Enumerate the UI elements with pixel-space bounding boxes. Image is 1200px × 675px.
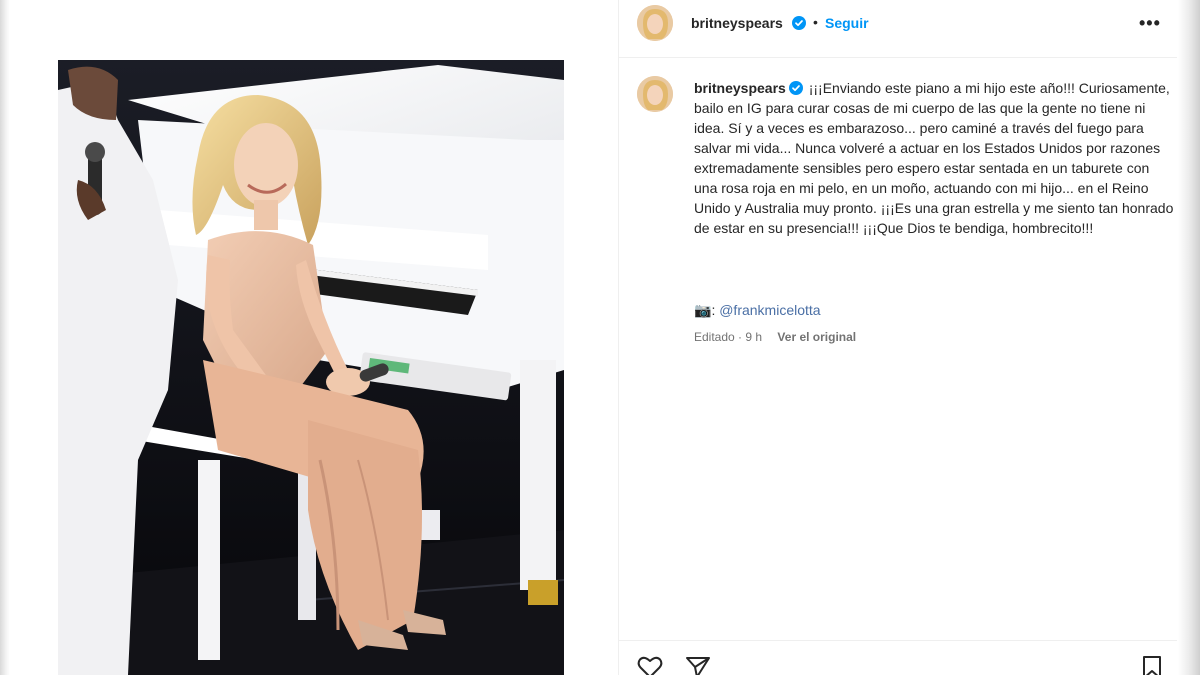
post-photo-graphic	[58, 60, 564, 675]
credit-mention-link[interactable]: @frankmicelotta	[719, 302, 820, 318]
photo-credit-row: 📷: @frankmicelotta	[694, 302, 821, 319]
right-edge-shadow	[1178, 0, 1200, 675]
author-username[interactable]: britneyspears	[691, 15, 783, 31]
caption-text: ¡¡¡Enviando este piano a mi hijo este añ…	[694, 80, 1174, 236]
share-icon[interactable]	[685, 655, 711, 675]
post-time: 9 h	[745, 330, 763, 344]
post-image[interactable]	[58, 60, 564, 675]
verified-badge-icon	[792, 16, 806, 30]
header-separator: •	[813, 14, 818, 30]
see-original-link[interactable]: Ver el original	[777, 330, 856, 344]
post-details-panel: britneyspears • Seguir ••• britneyspears…	[619, 0, 1177, 675]
more-options-icon[interactable]: •••	[1139, 13, 1163, 33]
meta-separator: ·	[738, 330, 743, 344]
author-avatar[interactable]	[637, 5, 673, 41]
post-meta: Editado · 9 h Ver el original	[694, 330, 856, 344]
follow-button[interactable]: Seguir	[825, 15, 869, 31]
credit-separator: :	[711, 302, 716, 318]
post-caption: britneyspears ¡¡¡Enviando este piano a m…	[694, 78, 1174, 238]
edited-label: Editado	[694, 330, 735, 344]
caption-author-avatar[interactable]	[637, 76, 673, 112]
avatar-graphic	[637, 5, 673, 41]
bookmark-icon[interactable]	[1139, 655, 1165, 675]
caption-avatar-graphic	[637, 76, 673, 112]
caption-username[interactable]: britneyspears	[694, 80, 786, 96]
camera-icon: 📷	[694, 302, 712, 318]
heart-icon[interactable]	[637, 655, 663, 675]
post-header: britneyspears • Seguir •••	[619, 0, 1177, 58]
left-edge-shadow	[0, 0, 10, 675]
actions-divider	[619, 640, 1177, 641]
caption-verified-badge-icon	[788, 81, 803, 95]
